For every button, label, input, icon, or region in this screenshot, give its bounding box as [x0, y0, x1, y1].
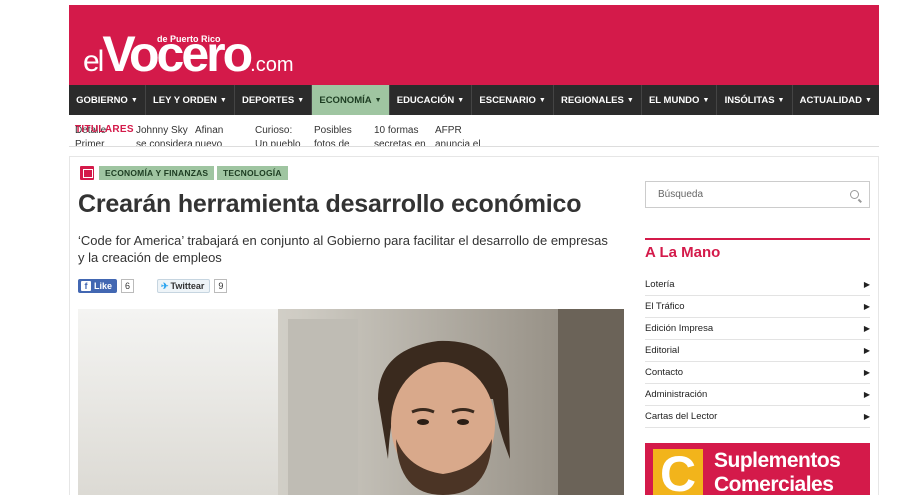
- main-nav: GOBIERNO ▼ LEY Y ORDEN ▼ DEPORTES ▼ ECONOMÍ…: [69, 85, 879, 115]
- logo-el: el: [83, 45, 104, 78]
- caret-down-icon: ▼: [538, 96, 546, 104]
- search-icon[interactable]: [850, 190, 859, 199]
- sidebar-link-cartas-del-lector[interactable]: Cartas del Lector ▶: [645, 406, 870, 428]
- nav-item-ley-y-orden[interactable]: LEY Y ORDEN ▼: [146, 85, 235, 115]
- ad-line-1: Suplementos: [714, 449, 841, 472]
- nav-label: DEPORTES: [241, 94, 295, 106]
- sidebar-link-trafico[interactable]: El Tráfico ▶: [645, 296, 870, 318]
- link-label: Lotería: [645, 279, 675, 290]
- caret-right-icon: ▶: [863, 368, 870, 377]
- ad-line-2: Comerciales: [714, 473, 834, 495]
- ad-letter-logo: C: [653, 449, 703, 495]
- site-header: elVocero.com de Puerto Rico: [69, 5, 879, 85]
- category-tag-economia[interactable]: ECONOMÍA Y FINANZAS: [99, 166, 215, 180]
- nav-item-economia[interactable]: ECONOMÍA ▼: [312, 85, 390, 115]
- photo-illustration: [78, 309, 624, 495]
- link-label: Edición Impresa: [645, 323, 714, 334]
- tweet-label: Twittear: [170, 281, 205, 291]
- logo-tagline: de Puerto Rico: [157, 34, 221, 44]
- article-title: Crearán herramienta desarrollo económico: [78, 190, 582, 218]
- headlines-ticker: Detalle Primer TITULARES Johnny Sky se c…: [69, 115, 879, 147]
- suplementos-ad-banner[interactable]: C Suplementos Comerciales: [645, 443, 870, 495]
- ad-text: Suplementos Comerciales: [714, 449, 841, 495]
- caret-down-icon: ▼: [777, 96, 785, 104]
- nav-label: ESCENARIO: [479, 94, 536, 106]
- link-label: Administración: [645, 389, 708, 400]
- sidebar-link-edicion-impresa[interactable]: Edición Impresa ▶: [645, 318, 870, 340]
- twitter-widget: ✈ Twittear 9: [157, 279, 228, 293]
- nav-label: GOBIERNO: [76, 94, 128, 106]
- caret-right-icon: ▶: [863, 412, 870, 421]
- sidebar-link-administracion[interactable]: Administración ▶: [645, 384, 870, 406]
- article-subtitle: ‘Code for America’ trabajará en conjunto…: [78, 233, 608, 265]
- section-divider: [645, 238, 870, 240]
- sidebar-link-loteria[interactable]: Lotería ▶: [645, 274, 870, 296]
- caret-right-icon: ▶: [863, 302, 870, 311]
- nav-label: INSÓLITAS: [724, 94, 775, 106]
- link-label: Cartas del Lector: [645, 411, 718, 422]
- facebook-icon: f: [81, 281, 91, 291]
- article-photo: [78, 309, 624, 495]
- ticker-item[interactable]: Curioso: Un pueblo en: [255, 124, 307, 146]
- sidebar-link-editorial[interactable]: Editorial ▶: [645, 340, 870, 362]
- search-input[interactable]: [658, 189, 838, 200]
- search-box: [645, 181, 870, 208]
- ticker-item[interactable]: Posibles fotos de: [314, 124, 366, 146]
- facebook-like-widget: f Like 6: [78, 279, 135, 293]
- ticker-item[interactable]: Johnny Sky se considera: [136, 124, 194, 146]
- caret-down-icon: ▼: [864, 96, 872, 104]
- nav-label: ACTUALIDAD: [799, 94, 862, 106]
- like-count: 6: [121, 279, 135, 293]
- link-label: Contacto: [645, 367, 684, 378]
- caret-down-icon: ▼: [626, 96, 634, 104]
- ticker-item[interactable]: 10 formas secretas en: [374, 124, 430, 146]
- caret-down-icon: ▼: [702, 96, 710, 104]
- caret-right-icon: ▶: [863, 280, 870, 289]
- nav-label: LEY Y ORDEN: [152, 94, 217, 106]
- caret-down-icon: ▼: [219, 96, 227, 104]
- nav-item-escenario[interactable]: ESCENARIO ▼: [472, 85, 554, 115]
- caret-down-icon: ▼: [374, 96, 382, 104]
- ticker-item[interactable]: AFPR anuncia el: [435, 124, 485, 146]
- category-tag-tecnologia[interactable]: TECNOLOGÍA: [217, 166, 288, 180]
- nav-item-deportes[interactable]: DEPORTES ▼: [235, 85, 313, 115]
- twitter-bird-icon: ✈: [161, 280, 169, 291]
- nav-label: EDUCACIÓN: [396, 94, 455, 106]
- nav-item-educacion[interactable]: EDUCACIÓN ▼: [390, 85, 473, 115]
- nav-label: EL MUNDO: [648, 94, 700, 106]
- tweet-button[interactable]: ✈ Twittear: [157, 279, 211, 293]
- link-label: Editorial: [645, 345, 680, 356]
- newspaper-icon: [80, 166, 94, 180]
- caret-right-icon: ▶: [863, 390, 870, 399]
- caret-down-icon: ▼: [457, 96, 465, 104]
- sidebar-section-title: A La Mano: [645, 244, 721, 261]
- caret-down-icon: ▼: [130, 96, 138, 104]
- caret-right-icon: ▶: [863, 346, 870, 355]
- ticker-item[interactable]: Afinan nuevo: [195, 124, 245, 146]
- nav-label: ECONOMÍA: [319, 94, 372, 106]
- link-label: El Tráfico: [645, 301, 685, 312]
- nav-item-insolitas[interactable]: INSÓLITAS ▼: [717, 85, 793, 115]
- nav-item-actualidad[interactable]: ACTUALIDAD ▼: [793, 85, 879, 115]
- nav-item-gobierno[interactable]: GOBIERNO ▼: [69, 85, 146, 115]
- sidebar-link-contacto[interactable]: Contacto ▶: [645, 362, 870, 384]
- nav-item-el-mundo[interactable]: EL MUNDO ▼: [642, 85, 718, 115]
- ticker-label: TITULARES: [75, 124, 134, 135]
- site-logo[interactable]: elVocero.com de Puerto Rico: [83, 25, 294, 83]
- nav-item-regionales[interactable]: REGIONALES ▼: [554, 85, 642, 115]
- logo-tld: .com: [250, 54, 294, 76]
- caret-down-icon: ▼: [297, 96, 305, 104]
- nav-label: REGIONALES: [561, 94, 624, 106]
- quick-links-list: Lotería ▶ El Tráfico ▶ Edición Impresa ▶ Ed…: [645, 274, 870, 428]
- caret-right-icon: ▶: [863, 324, 870, 333]
- like-label: Like: [94, 281, 113, 291]
- facebook-like-button[interactable]: f Like: [78, 279, 118, 293]
- tweet-count: 9: [214, 279, 228, 293]
